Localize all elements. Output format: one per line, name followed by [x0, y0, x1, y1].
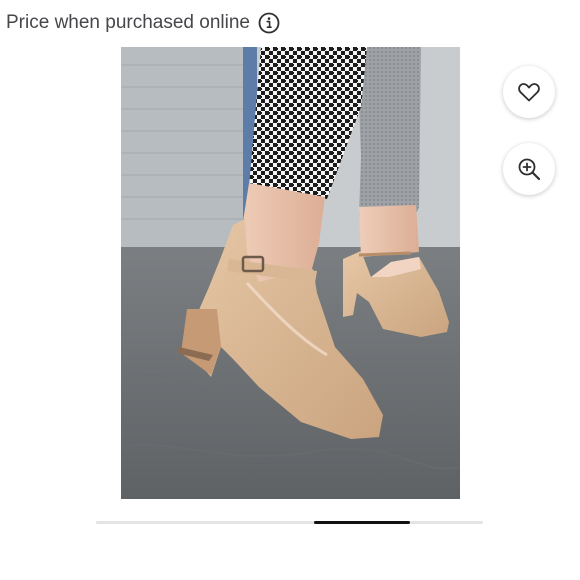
favorite-button[interactable]: [503, 66, 555, 118]
price-notice-label: Price when purchased online: [6, 12, 250, 33]
zoom-button[interactable]: [503, 143, 555, 195]
heart-icon: [516, 79, 542, 105]
price-notice: Price when purchased online: [6, 12, 280, 34]
info-icon[interactable]: [258, 12, 280, 34]
image-carousel-scrollbar[interactable]: [96, 521, 483, 524]
zoom-in-icon: [516, 156, 542, 182]
scrollbar-thumb[interactable]: [313, 521, 411, 524]
product-image[interactable]: [121, 47, 460, 499]
